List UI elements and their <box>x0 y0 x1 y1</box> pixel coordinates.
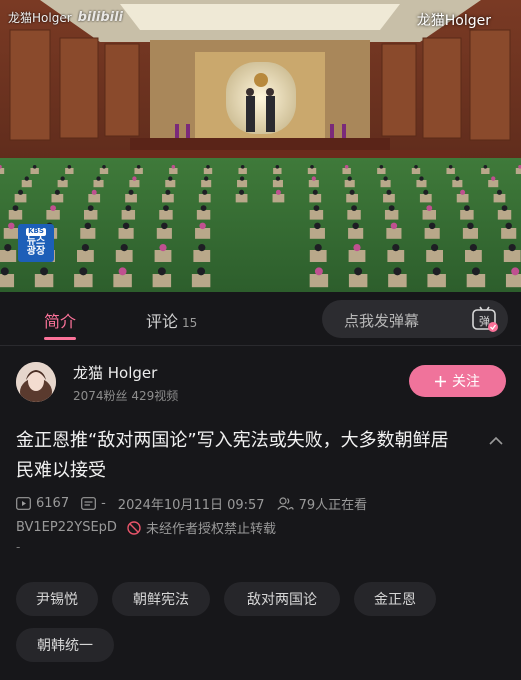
tag-item[interactable]: 金正恩 <box>354 582 436 616</box>
video-id-row: BV1EP22YSEpD 未经作者授权禁止转载 <box>16 518 276 537</box>
tag-item[interactable]: 敌对两国论 <box>224 582 340 616</box>
viewers-icon <box>276 497 294 510</box>
uploader-name[interactable]: 龙猫 Holger <box>73 362 157 383</box>
tag-item[interactable]: 朝韩统一 <box>16 628 114 662</box>
play-count: 6167 <box>36 496 70 511</box>
video-description: - <box>16 540 21 554</box>
follow-button[interactable]: 关注 <box>409 365 506 397</box>
chevron-up-icon[interactable] <box>487 432 505 450</box>
watermark-left: 龙猫Holger bilibili <box>8 10 123 25</box>
watching-count: 79人正在看 <box>298 498 368 513</box>
comment-count: 15 <box>182 316 198 330</box>
bvid[interactable]: BV1EP22YSEpD <box>16 520 117 535</box>
uploader-avatar[interactable] <box>16 362 56 402</box>
play-count-icon <box>16 497 31 510</box>
assembly-hall-scene <box>0 0 521 292</box>
follow-label: 关注 <box>452 374 480 390</box>
video-meta-row: 6167 - 2024年10月11日 09:57 79人正在看 <box>16 494 367 513</box>
danmaku-count-icon <box>81 497 96 510</box>
watermark-right: 龙猫Holger <box>416 13 491 29</box>
tag-item[interactable]: 尹锡悦 <box>16 582 98 616</box>
plus-icon <box>435 375 446 387</box>
section-divider <box>0 345 521 346</box>
danmaku-count: - <box>101 496 106 511</box>
tab-comments-label: 评论 <box>146 312 179 331</box>
tab-bar: 简介 评论 15 点我发弹幕 弹 <box>0 292 521 346</box>
publish-date: 2024年10月11日 09:57 <box>117 498 265 513</box>
danmaku-input[interactable]: 点我发弹幕 弹 <box>322 300 508 338</box>
copyright-notice: 未经作者授权禁止转载 <box>145 522 276 537</box>
danmaku-toggle-icon[interactable]: 弹 <box>470 304 500 334</box>
tag-item[interactable]: 朝鲜宪法 <box>112 582 210 616</box>
no-repost-icon <box>127 520 141 535</box>
tab-comments[interactable]: 评论 15 <box>146 308 197 332</box>
kbs-news-logo: KBS 뉴스 광장 <box>18 224 54 262</box>
tab-intro[interactable]: 简介 <box>44 308 76 332</box>
video-player[interactable]: 龙猫Holger bilibili 龙猫Holger KBS 뉴스 광장 <box>0 0 521 292</box>
danmaku-placeholder: 点我发弹幕 <box>344 312 420 330</box>
active-tab-indicator <box>44 337 76 340</box>
video-title: 金正恩推“敌对两国论”写入宪法或失败，大多数朝鲜居民难以接受 <box>16 430 449 481</box>
uploader-stats: 2074粉丝 429视频 <box>73 389 179 403</box>
